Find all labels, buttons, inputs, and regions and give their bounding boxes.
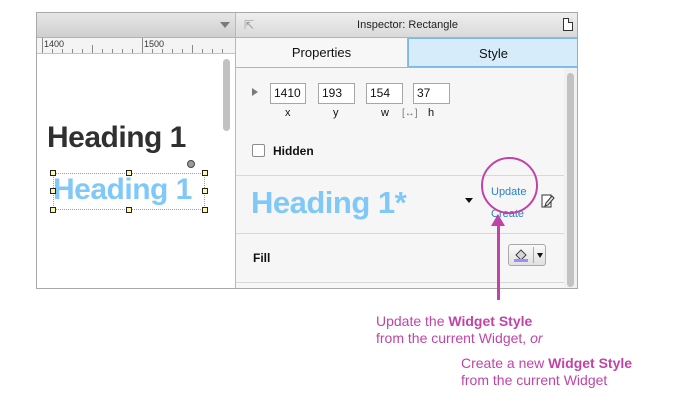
selected-heading-widget[interactable]: Heading 1	[53, 173, 192, 207]
inspector-title-bar: ⇱ Inspector: Rectangle	[236, 13, 577, 38]
callout-arrow-line	[497, 224, 500, 300]
widget-style-name[interactable]: Heading 1*	[251, 185, 407, 221]
paint-bucket-icon	[514, 249, 528, 262]
y-field[interactable]: 193	[318, 83, 355, 104]
resize-handle[interactable]	[126, 170, 132, 176]
resize-handle[interactable]	[202, 207, 208, 213]
inspector-tabs: Properties Style	[236, 38, 577, 68]
ruler-label: 1400	[44, 39, 65, 49]
fill-label: Fill	[253, 251, 271, 265]
horizontal-ruler: 1400 1500	[37, 38, 235, 54]
resize-handle[interactable]	[126, 207, 132, 213]
document-icon[interactable]	[563, 18, 573, 31]
canvas-scrollbar[interactable]	[223, 59, 230, 131]
style-dropdown-arrow-icon[interactable]	[465, 198, 473, 203]
fill-color-button[interactable]	[508, 244, 546, 266]
highlight-circle	[481, 157, 538, 214]
chevron-down-icon[interactable]	[537, 253, 543, 258]
resize-handle[interactable]	[50, 188, 56, 194]
inspector-scrollbar[interactable]	[567, 73, 574, 287]
canvas-pane[interactable]: 1400 1500 Heading 1 Heading 1	[37, 13, 235, 288]
ruler-label: 1500	[144, 39, 165, 49]
w-label: w	[381, 107, 389, 119]
h-field[interactable]: 37	[413, 83, 450, 104]
x-label: x	[285, 107, 291, 119]
hidden-checkbox[interactable]	[252, 144, 265, 157]
update-annotation: Update the Widget Style from the current…	[376, 313, 543, 346]
divider	[236, 233, 564, 234]
disclosure-triangle-icon[interactable]	[252, 88, 258, 96]
canvas-heading-widget[interactable]: Heading 1	[47, 121, 186, 155]
hidden-label: Hidden	[273, 144, 314, 158]
resize-handle[interactable]	[50, 170, 56, 176]
collapse-arrow-icon[interactable]: ⇱	[244, 13, 254, 38]
canvas-toolbar	[37, 13, 235, 38]
aspect-lock-icon[interactable]: [↔]	[402, 108, 418, 119]
resize-handle[interactable]	[50, 207, 56, 213]
tab-style[interactable]: Style	[408, 38, 577, 67]
chevron-down-icon[interactable]	[220, 22, 230, 28]
inspector-title: Inspector: Rectangle	[357, 19, 458, 31]
h-label: h	[428, 107, 435, 119]
inspector-panel: ⇱ Inspector: Rectangle Properties Style …	[236, 13, 577, 288]
resize-handle[interactable]	[202, 170, 208, 176]
y-label: y	[333, 107, 339, 119]
divider	[236, 282, 564, 283]
resize-handle[interactable]	[202, 188, 208, 194]
edit-style-icon[interactable]	[541, 193, 555, 208]
rotation-handle[interactable]	[187, 160, 195, 168]
w-field[interactable]: 154	[366, 83, 403, 104]
create-annotation: Create a new Widget Style from the curre…	[461, 355, 633, 388]
x-field[interactable]: 1410	[270, 83, 306, 104]
tab-properties[interactable]: Properties	[236, 38, 408, 67]
